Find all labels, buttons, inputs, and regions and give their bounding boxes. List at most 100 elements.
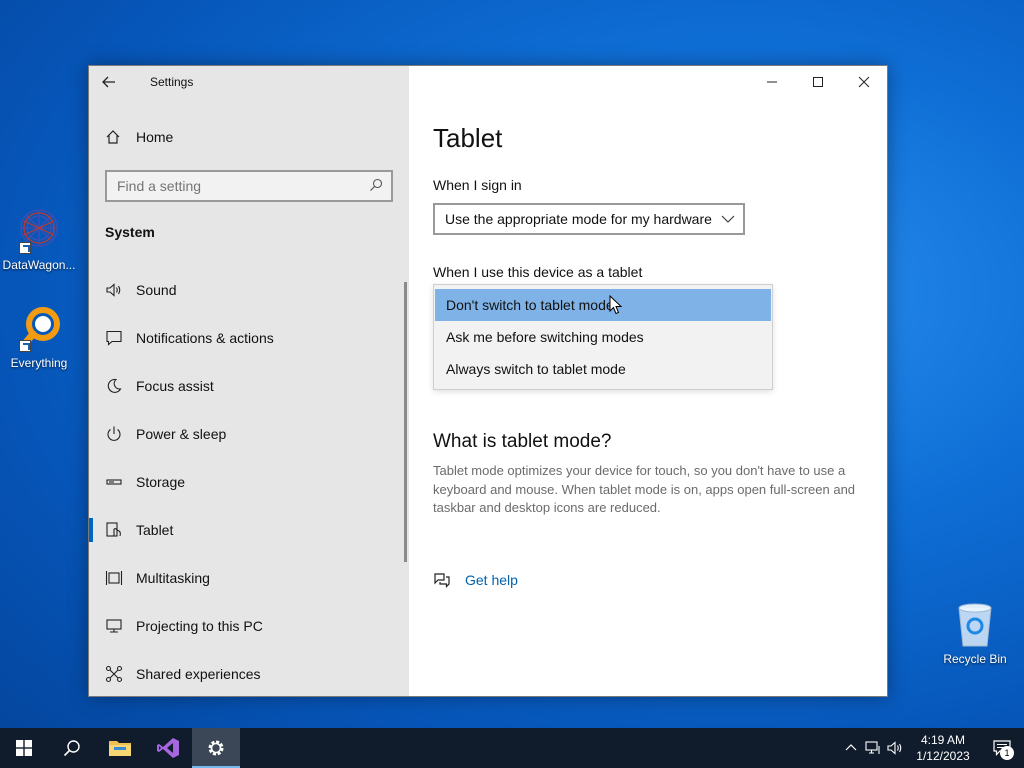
get-help-label: Get help [465, 572, 518, 588]
shortcut-arrow-icon [19, 340, 31, 352]
sidebar-item-label: Storage [136, 474, 186, 490]
maximize-button[interactable] [795, 66, 841, 98]
sidebar-item-label: Shared experiences [136, 666, 261, 682]
sidebar-item-power-sleep[interactable]: Power & sleep [89, 410, 405, 458]
clock-time: 4:19 AM [920, 733, 966, 747]
recycle-bin-icon [958, 603, 992, 647]
taskbar-clock[interactable]: 4:19 AM 1/12/2023 [906, 732, 980, 764]
sidebar-item-label: Notifications & actions [136, 330, 274, 346]
desktop-icon-recycle-bin[interactable]: Recycle Bin [936, 600, 1014, 666]
sign-in-mode-select[interactable]: Use the appropriate mode for my hardware [433, 203, 745, 235]
search-taskbar-button[interactable] [48, 728, 96, 768]
dropdown-option-dont-switch[interactable]: Don't switch to tablet mode [435, 289, 771, 321]
search-icon [63, 740, 80, 757]
minimize-button[interactable] [749, 66, 795, 98]
chevron-down-icon [721, 215, 735, 223]
sidebar-item-tablet[interactable]: Tablet [89, 506, 405, 554]
get-help-link[interactable]: Get help [433, 572, 518, 588]
notification-icon [105, 329, 123, 347]
desktop-icon-datawagon[interactable]: DataWagon... [0, 206, 79, 272]
what-is-tablet-mode-heading: What is tablet mode? [433, 431, 612, 452]
start-button[interactable] [0, 728, 48, 768]
tablet-icon [105, 521, 123, 539]
sidebar-item-label: Power & sleep [136, 426, 227, 442]
sign-in-mode-value: Use the appropriate mode for my hardware [445, 211, 712, 227]
get-help-icon [434, 573, 450, 588]
close-icon [858, 76, 870, 88]
search-icon [370, 178, 383, 191]
tablet-use-label: When I use this device as a tablet [433, 264, 643, 280]
datawagon-icon [15, 206, 63, 254]
sidebar-item-label: Home [136, 129, 174, 145]
show-hidden-icons-button[interactable] [840, 728, 862, 768]
minimize-icon [767, 81, 777, 83]
sidebar-scrollbar[interactable] [404, 282, 407, 562]
multitasking-icon [105, 569, 123, 587]
close-button[interactable] [841, 66, 887, 98]
maximize-icon [813, 77, 823, 87]
system-tray: 4:19 AM 1/12/2023 1 [840, 728, 1024, 768]
power-icon [105, 425, 123, 443]
sidebar-item-label: Multitasking [136, 570, 210, 586]
sidebar-item-label: Projecting to this PC [136, 618, 263, 634]
sidebar-item-projecting[interactable]: Projecting to this PC [89, 602, 405, 650]
notification-count-badge: 1 [1000, 746, 1014, 760]
sidebar-item-focus-assist[interactable]: Focus assist [89, 362, 405, 410]
network-button[interactable] [862, 728, 884, 768]
desktop-icon-label: DataWagon... [2, 258, 76, 272]
speaker-icon [887, 741, 902, 755]
windows-logo-icon [16, 740, 32, 756]
desktop-icon-everything[interactable]: Everything [0, 304, 79, 370]
sidebar-item-home[interactable]: Home [105, 129, 173, 145]
action-center-button[interactable]: 1 [980, 728, 1024, 768]
home-icon [106, 130, 120, 144]
sidebar-item-label: Sound [136, 282, 177, 298]
speaker-icon [105, 281, 123, 299]
sign-in-label: When I sign in [433, 177, 522, 193]
app-title: Settings [150, 75, 194, 89]
storage-icon [105, 473, 123, 491]
moon-icon [105, 377, 123, 395]
folder-icon [109, 741, 131, 756]
gear-icon [208, 740, 224, 756]
sidebar-item-label: Focus assist [136, 378, 214, 394]
sidebar-item-storage[interactable]: Storage [89, 458, 405, 506]
settings-window: Settings Home System Sound [88, 65, 888, 697]
back-arrow-icon [102, 76, 115, 88]
shared-experiences-icon [105, 665, 123, 683]
search-box[interactable] [105, 170, 393, 202]
projecting-icon [105, 617, 123, 635]
section-label: System [105, 224, 155, 240]
recycle-bin-label: Recycle Bin [943, 652, 1007, 666]
visual-studio-taskbar-button[interactable] [144, 728, 192, 768]
what-is-tablet-mode-description: Tablet mode optimizes your device for to… [433, 463, 856, 515]
tablet-mode-dropdown: Don't switch to tablet mode Ask me befor… [433, 284, 773, 390]
dropdown-option-always-switch[interactable]: Always switch to tablet mode [435, 353, 771, 385]
sidebar: Settings Home System Sound [89, 66, 409, 696]
shortcut-arrow-icon [19, 242, 31, 254]
taskbar: 4:19 AM 1/12/2023 1 [0, 728, 1024, 768]
mouse-cursor-icon [609, 295, 623, 315]
file-explorer-taskbar-button[interactable] [96, 728, 144, 768]
sidebar-item-sound[interactable]: Sound [89, 266, 405, 314]
desktop-icon-label: Everything [10, 356, 68, 370]
sidebar-item-notifications[interactable]: Notifications & actions [89, 314, 405, 362]
sidebar-item-multitasking[interactable]: Multitasking [89, 554, 405, 602]
settings-taskbar-button[interactable] [192, 728, 240, 768]
visual-studio-icon [157, 738, 179, 758]
caption-buttons [749, 66, 887, 98]
back-button[interactable] [101, 72, 123, 94]
everything-icon [15, 304, 63, 352]
volume-button[interactable] [884, 728, 906, 768]
content-pane: Tablet When I sign in Use the appropriat… [409, 66, 887, 696]
clock-date: 1/12/2023 [916, 749, 970, 763]
chevron-up-icon [845, 744, 857, 751]
search-input[interactable] [107, 172, 391, 200]
sidebar-item-label: Tablet [136, 522, 174, 538]
title-bar[interactable]: Settings [89, 66, 409, 98]
page-title: Tablet [433, 123, 503, 153]
sidebar-nav: Sound Notifications & actions Focus assi… [89, 266, 405, 698]
sidebar-item-shared-experiences[interactable]: Shared experiences [89, 650, 405, 698]
dropdown-option-ask-before[interactable]: Ask me before switching modes [435, 321, 771, 353]
network-icon [865, 741, 880, 754]
